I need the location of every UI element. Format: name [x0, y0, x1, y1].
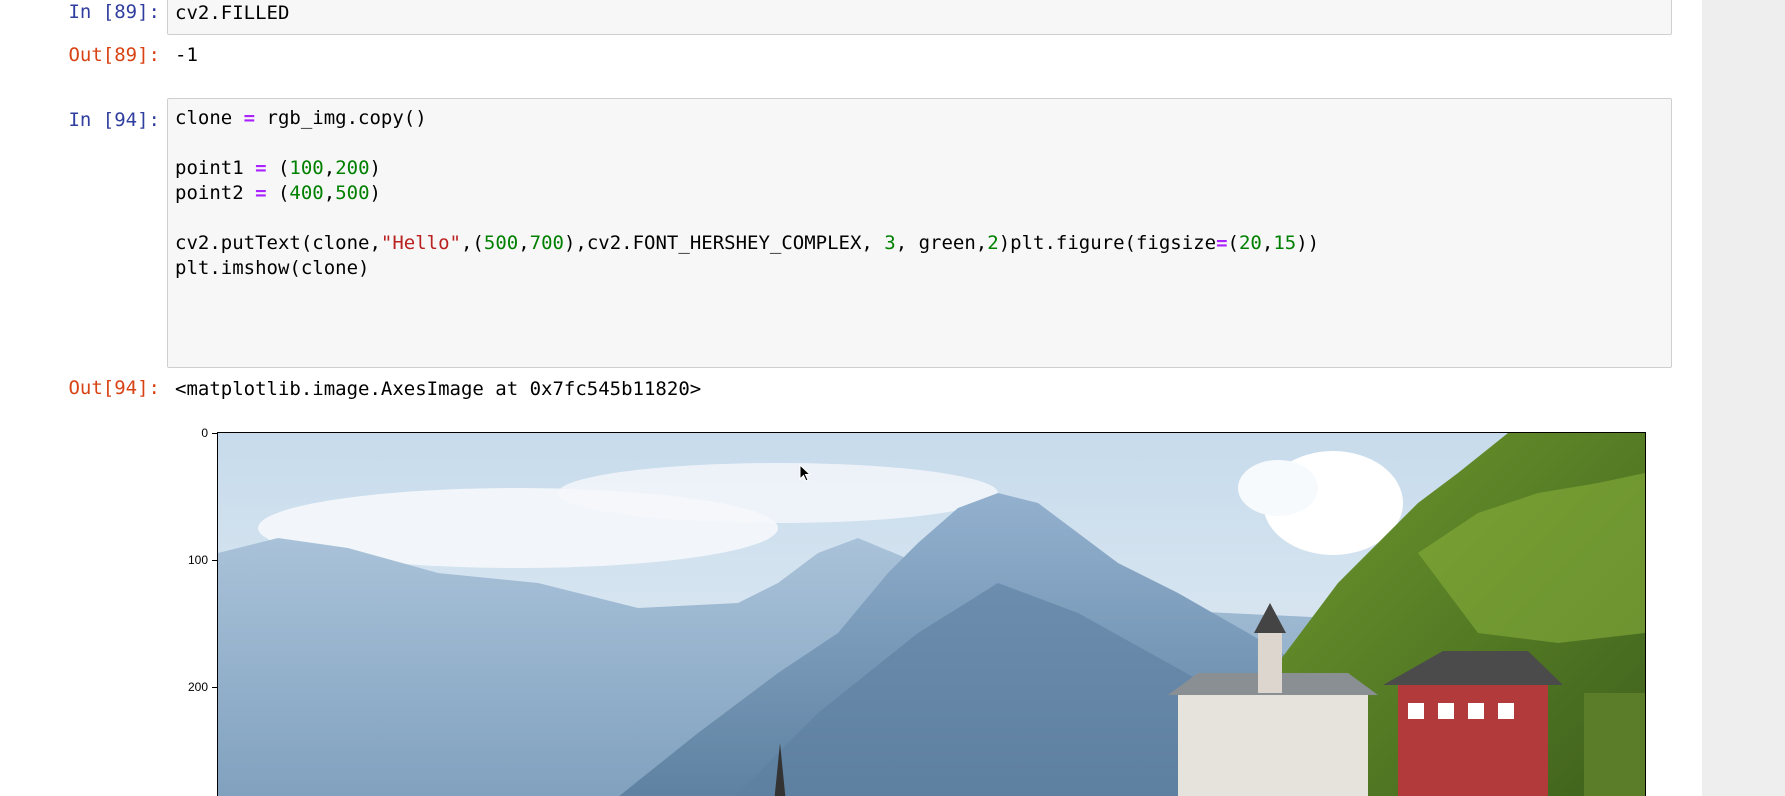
output-text-89: -1: [175, 44, 198, 66]
ytick-label-200: 200: [187, 680, 208, 694]
input-prompt-89: In [89]:: [68, 1, 160, 23]
code-text: cv2.FILLED: [175, 2, 290, 24]
code-line-4: point2 = (400,500): [175, 182, 381, 204]
code-cell-94[interactable]: clone = rgb_img.copy() point1 = (100,200…: [167, 98, 1672, 368]
output-prompt-94: Out[94]:: [68, 377, 160, 399]
output-prompt-89: Out[89]:: [68, 44, 160, 66]
ytick-label-0: 0: [201, 426, 208, 440]
image-axes: [217, 432, 1646, 796]
mouse-cursor-icon: [799, 464, 812, 482]
output-text-94: <matplotlib.image.AxesImage at 0x7fc545b…: [175, 378, 702, 400]
code-line-3: point1 = (100,200): [175, 157, 381, 179]
code-cell-89[interactable]: cv2.FILLED: [167, 0, 1672, 35]
right-gutter: [1702, 0, 1785, 796]
code-editor-94[interactable]: clone = rgb_img.copy() point1 = (100,200…: [175, 106, 1319, 281]
code-line-10: plt.imshow(clone): [175, 257, 370, 279]
landscape-photo: [218, 433, 1645, 796]
notebook-page: In [89]: cv2.FILLED Out[89]: -1 In [94]:…: [0, 0, 1702, 796]
ytick-label-100: 100: [187, 553, 208, 567]
code-line-1: clone = rgb_img.copy(): [175, 107, 427, 129]
code-line-6: cv2.putText(clone,"Hello",(500,700),cv2.…: [175, 232, 1011, 254]
code-editor-89[interactable]: cv2.FILLED: [175, 1, 289, 26]
input-prompt-94: In [94]:: [68, 109, 160, 131]
